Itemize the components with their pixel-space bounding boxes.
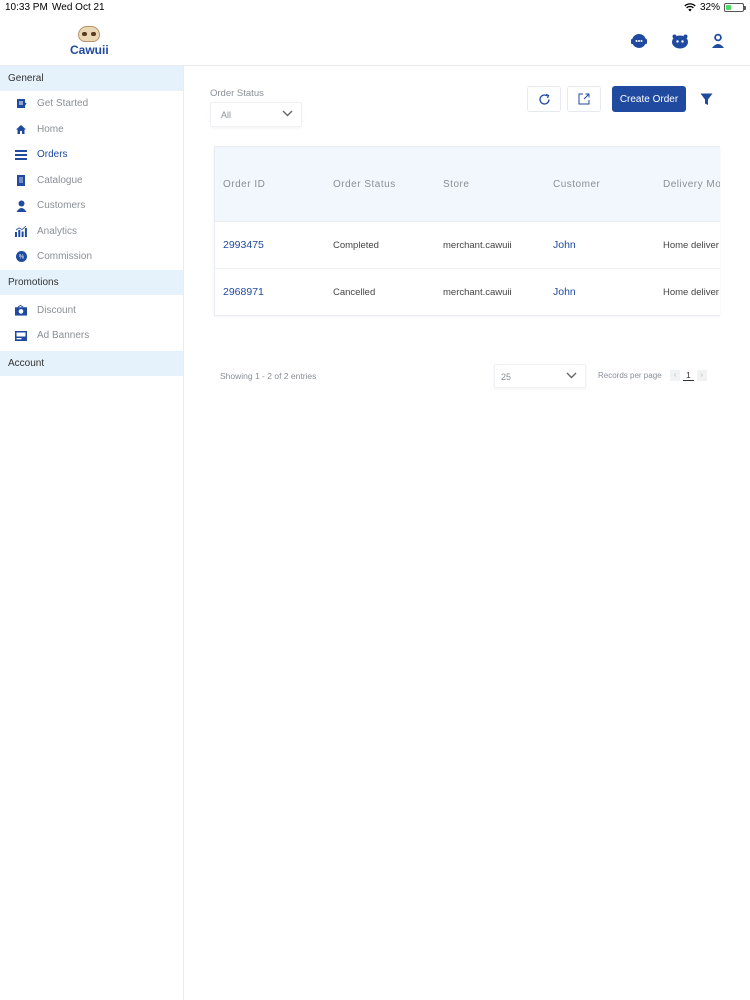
battery-percent: 32%: [699, 2, 720, 13]
customer-link[interactable]: John: [545, 286, 655, 298]
app-header: Cawuii: [0, 16, 750, 66]
customer-link[interactable]: John: [545, 239, 655, 251]
delivery-mode-cell: Home deliver: [663, 239, 719, 251]
wifi-icon: [684, 3, 696, 12]
sidebar-item-label: Get Started: [37, 98, 89, 110]
sloth-logo-icon: [78, 26, 100, 42]
sidebar-item-label: Customers: [37, 200, 86, 212]
current-page[interactable]: 1: [683, 370, 694, 381]
status-time: 10:33 PM: [5, 2, 48, 13]
store-cell: merchant.cawuii: [443, 286, 512, 298]
entries-summary: Showing 1 - 2 of 2 entries: [220, 371, 317, 381]
create-order-button[interactable]: Create Order: [612, 86, 686, 112]
sidebar: General Get Started Home Orders Catalogu…: [0, 66, 184, 1000]
sidebar-item-ad-banners[interactable]: Ad Banners: [0, 323, 183, 349]
delivery-mode-cell: Home deliver: [663, 286, 719, 298]
get-started-icon: [15, 98, 27, 110]
pagination: ‹ 1 ›: [670, 370, 707, 381]
status-right: 32%: [684, 2, 746, 13]
sidebar-item-label: Home: [37, 123, 64, 135]
sidebar-item-label: Catalogue: [37, 174, 83, 186]
order-status-cell: Completed: [333, 239, 379, 251]
export-icon: [578, 93, 590, 105]
sidebar-item-label: Orders: [37, 149, 68, 161]
status-date: Wed Oct 21: [52, 2, 105, 13]
mascot-icon[interactable]: [671, 32, 689, 50]
order-id-link[interactable]: 2993475: [215, 239, 325, 251]
filter-icon: [700, 93, 712, 105]
sidebar-section-general: General: [0, 66, 183, 91]
app-logo[interactable]: Cawuii: [70, 26, 109, 62]
analytics-icon: [15, 225, 27, 237]
column-header[interactable]: Store: [435, 179, 545, 190]
sidebar-item-discount[interactable]: Discount: [0, 298, 183, 324]
discount-icon: [15, 304, 27, 316]
prev-page-button[interactable]: ‹: [670, 370, 680, 381]
svg-text:%: %: [18, 255, 24, 261]
sidebar-item-label: Commission: [37, 251, 93, 263]
orders-table: Order ID Order Status Store Customer Del…: [214, 146, 720, 316]
home-icon: [15, 123, 27, 135]
chevron-down-icon: [566, 372, 577, 379]
chevron-down-icon: [282, 110, 293, 117]
column-header[interactable]: Order Status: [325, 179, 435, 190]
ad-banners-icon: [15, 330, 27, 342]
orders-icon: [15, 149, 27, 161]
sidebar-item-analytics[interactable]: Analytics: [0, 219, 183, 245]
sidebar-item-orders[interactable]: Orders: [0, 142, 183, 168]
store-cell: merchant.cawuii: [443, 239, 512, 251]
sidebar-item-home[interactable]: Home: [0, 117, 183, 143]
page-size-value: 25: [501, 372, 512, 382]
support-chat-icon[interactable]: [630, 32, 648, 50]
refresh-icon: [538, 93, 550, 105]
battery-icon: [724, 3, 746, 12]
sidebar-item-commission[interactable]: % Commission: [0, 244, 183, 270]
column-header[interactable]: Order ID: [215, 179, 325, 190]
sidebar-item-catalogue[interactable]: Catalogue: [0, 168, 183, 194]
user-icon[interactable]: [709, 32, 727, 50]
order-status-label: Order Status: [210, 88, 264, 99]
table-row[interactable]: 2968971 Cancelled merchant.cawuii John H…: [215, 269, 720, 315]
sidebar-section-account: Account: [0, 350, 183, 376]
records-per-page-label: Records per page: [598, 371, 662, 380]
column-header[interactable]: Customer: [545, 179, 655, 190]
sidebar-section-promotions: Promotions: [0, 269, 183, 295]
sidebar-item-label: Analytics: [37, 225, 78, 237]
sidebar-item-label: Ad Banners: [37, 330, 90, 342]
filter-button[interactable]: [696, 86, 716, 112]
main-content: Order Status All Create Order Order ID O…: [184, 66, 750, 1000]
order-status-cell: Cancelled: [333, 286, 376, 298]
table-row[interactable]: 2993475 Completed merchant.cawuii John H…: [215, 222, 720, 269]
refresh-button[interactable]: [527, 86, 561, 112]
status-bar: 10:33 PM Wed Oct 21 32%: [0, 0, 750, 16]
export-button[interactable]: [567, 86, 601, 112]
order-id-link[interactable]: 2968971: [215, 286, 325, 298]
column-header[interactable]: Delivery Mo: [655, 179, 720, 190]
customers-icon: [15, 200, 27, 212]
catalogue-icon: [15, 174, 27, 186]
order-status-value: All: [221, 110, 232, 120]
sidebar-item-label: Discount: [37, 304, 76, 316]
commission-icon: %: [15, 251, 27, 263]
table-header: Order ID Order Status Store Customer Del…: [215, 147, 720, 222]
order-status-select[interactable]: All: [210, 102, 302, 127]
sidebar-item-customers[interactable]: Customers: [0, 193, 183, 219]
next-page-button[interactable]: ›: [696, 370, 707, 381]
app-name: Cawuii: [70, 43, 109, 57]
sidebar-item-get-started[interactable]: Get Started: [0, 91, 183, 117]
page-size-select[interactable]: 25: [494, 364, 586, 388]
